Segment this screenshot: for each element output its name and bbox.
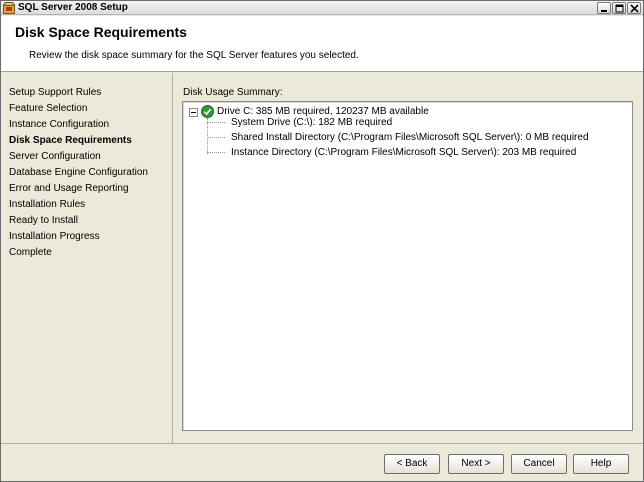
sidebar-item-error-and-usage-reporting[interactable]: Error and Usage Reporting — [9, 183, 129, 194]
cancel-button[interactable]: Cancel — [511, 454, 567, 474]
page-title: Disk Space Requirements — [15, 24, 187, 40]
minimize-button[interactable] — [597, 2, 611, 14]
tree-item-system-drive[interactable]: System Drive (C:\): 182 MB required — [231, 117, 392, 128]
close-icon — [630, 4, 639, 13]
minimize-icon — [601, 10, 607, 12]
disk-usage-tree[interactable]: Drive C: 385 MB required, 120237 MB avai… — [182, 101, 633, 431]
sidebar-item-ready-to-install[interactable]: Ready to Install — [9, 215, 78, 226]
collapse-toggle[interactable] — [189, 108, 198, 117]
help-button[interactable]: Help — [573, 454, 629, 474]
page-subtitle: Review the disk space summary for the SQ… — [29, 50, 359, 61]
maximize-button[interactable] — [612, 2, 626, 14]
tree-connector — [207, 137, 225, 138]
close-button[interactable] — [627, 2, 641, 14]
tree-connector — [207, 122, 225, 123]
sidebar-item-database-engine-configuration[interactable]: Database Engine Configuration — [9, 167, 148, 178]
main-panel: Disk Usage Summary: Drive C: 385 MB requ… — [174, 73, 643, 443]
back-button[interactable]: < Back — [384, 454, 440, 474]
sidebar-item-disk-space-requirements[interactable]: Disk Space Requirements — [9, 135, 132, 146]
steps-sidebar: Setup Support Rules Feature Selection In… — [1, 73, 173, 443]
tree-root-drive-c[interactable]: Drive C: 385 MB required, 120237 MB avai… — [217, 106, 429, 117]
next-button[interactable]: Next > — [448, 454, 504, 474]
maximize-icon — [615, 4, 624, 13]
page-header: Disk Space Requirements Review the disk … — [1, 16, 643, 72]
sidebar-item-installation-rules[interactable]: Installation Rules — [9, 199, 85, 210]
sql-server-setup-icon — [3, 2, 15, 14]
disk-usage-summary-label: Disk Usage Summary: — [183, 87, 283, 98]
sidebar-item-server-configuration[interactable]: Server Configuration — [9, 151, 101, 162]
title-bar[interactable]: SQL Server 2008 Setup — [1, 1, 643, 15]
tree-item-shared-install-directory[interactable]: Shared Install Directory (C:\Program Fil… — [231, 132, 589, 143]
sidebar-item-installation-progress[interactable]: Installation Progress — [9, 231, 100, 242]
sidebar-item-feature-selection[interactable]: Feature Selection — [9, 103, 87, 114]
sidebar-item-instance-configuration[interactable]: Instance Configuration — [9, 119, 109, 130]
content-area: Setup Support Rules Feature Selection In… — [1, 73, 643, 443]
sidebar-item-complete[interactable]: Complete — [9, 247, 52, 258]
tree-item-instance-directory[interactable]: Instance Directory (C:\Program Files\Mic… — [231, 147, 576, 158]
tree-connector — [207, 118, 208, 154]
setup-window: SQL Server 2008 Setup Disk Space Require… — [0, 0, 644, 482]
green-check-icon — [201, 105, 214, 118]
sidebar-item-setup-support-rules[interactable]: Setup Support Rules — [9, 87, 101, 98]
wizard-footer: < Back Next > Cancel Help — [1, 443, 643, 481]
window-title: SQL Server 2008 Setup — [18, 2, 128, 13]
tree-connector — [207, 152, 225, 153]
